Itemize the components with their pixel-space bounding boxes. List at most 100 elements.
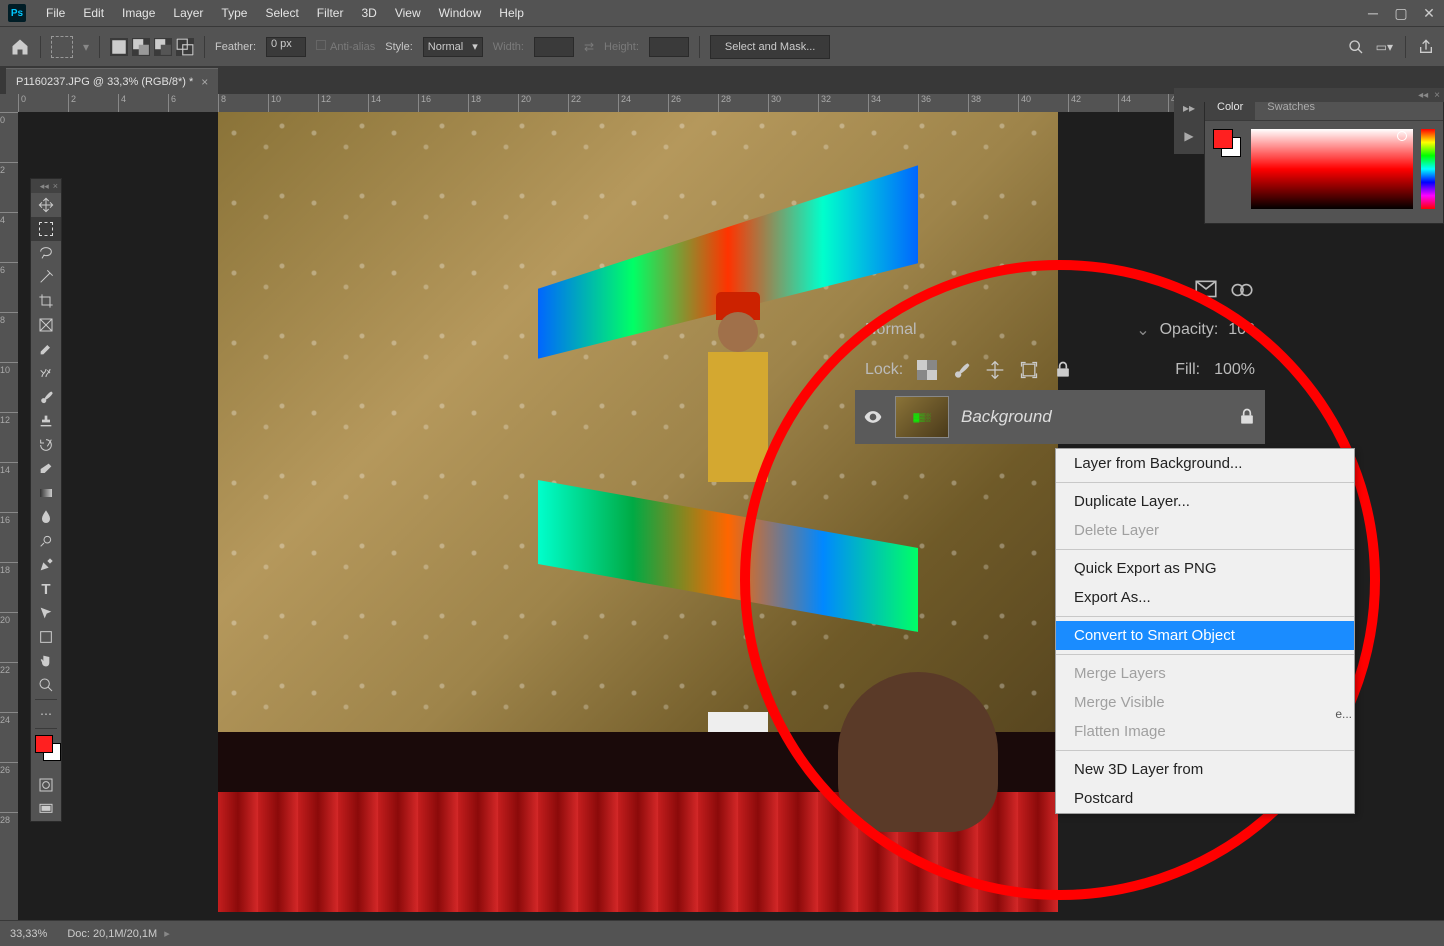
ctx-merge-visible: Merge Visible [1056, 688, 1354, 717]
fill-label: Fill: [1175, 361, 1200, 379]
ctx-convert-smart-object[interactable]: Convert to Smart Object [1056, 621, 1354, 650]
color-swatch[interactable] [1213, 129, 1243, 159]
lasso-tool[interactable] [31, 241, 61, 265]
menu-select[interactable]: Select [257, 2, 306, 24]
shape-tool[interactable] [31, 625, 61, 649]
layer-lock-icon [1237, 407, 1257, 427]
screen-mode-icon[interactable] [31, 797, 61, 821]
opacity-value[interactable]: 100 [1228, 321, 1255, 339]
height-label: Height: [604, 41, 639, 53]
selection-intersect[interactable] [176, 38, 194, 56]
blur-tool[interactable] [31, 505, 61, 529]
style-select[interactable]: Normal▾ [423, 37, 483, 57]
eyedropper-tool[interactable] [31, 337, 61, 361]
layer-thumbnail[interactable]: ▓▒░ [895, 396, 949, 438]
dodge-tool[interactable] [31, 529, 61, 553]
window-close[interactable]: ✕ [1422, 6, 1436, 20]
select-and-mask-button[interactable]: Select and Mask... [710, 35, 831, 59]
type-tool[interactable]: T [31, 577, 61, 601]
home-icon[interactable] [10, 37, 30, 57]
history-brush-tool[interactable] [31, 433, 61, 457]
lock-label: Lock: [865, 361, 903, 379]
ctx-delete-layer: Delete Layer [1056, 516, 1354, 545]
ctx-new-3d-layer[interactable]: New 3D Layer from [1056, 755, 1354, 784]
ruler-vertical[interactable]: 0246810121416182022242628 [0, 112, 18, 920]
feather-input[interactable]: 0 px [266, 37, 306, 57]
options-bar: ▾ Feather: 0 px Anti-alias Style: Normal… [0, 26, 1444, 66]
layer-effects-icon[interactable] [1229, 277, 1255, 303]
color-panel: Color Swatches [1204, 94, 1444, 224]
selection-subtract[interactable] [154, 38, 172, 56]
status-menu-arrow[interactable]: ▸ [161, 928, 170, 940]
hue-slider[interactable] [1421, 129, 1435, 209]
menu-file[interactable]: File [38, 2, 73, 24]
lock-position-icon[interactable] [985, 360, 1005, 380]
lock-all-icon[interactable] [1053, 360, 1073, 380]
layer-context-menu: Layer from Background... Duplicate Layer… [1055, 448, 1355, 814]
pen-tool[interactable] [31, 553, 61, 577]
menu-layer[interactable]: Layer [165, 2, 211, 24]
window-maximize[interactable]: ▢ [1394, 6, 1408, 20]
ctx-truncated-text: e... [1335, 707, 1352, 721]
workspace-switcher-icon[interactable]: ▭▾ [1376, 40, 1393, 54]
ctx-quick-export-png[interactable]: Quick Export as PNG [1056, 554, 1354, 583]
window-minimize[interactable]: ─ [1366, 6, 1380, 20]
ctx-layer-from-background[interactable]: Layer from Background... [1056, 449, 1354, 478]
menu-edit[interactable]: Edit [75, 2, 112, 24]
status-zoom[interactable]: 33,33% [10, 928, 47, 940]
play-icon[interactable]: ▶ [1174, 122, 1204, 150]
magic-wand-tool[interactable] [31, 265, 61, 289]
color-picker-field[interactable] [1251, 129, 1413, 209]
close-tab-icon[interactable]: × [201, 75, 208, 89]
selection-new[interactable] [110, 38, 128, 56]
menu-filter[interactable]: Filter [309, 2, 352, 24]
layer-row-background[interactable]: ▓▒░ Background [855, 390, 1265, 444]
color-swatches[interactable] [31, 733, 61, 769]
menu-view[interactable]: View [387, 2, 429, 24]
gradient-tool[interactable] [31, 481, 61, 505]
eraser-tool[interactable] [31, 457, 61, 481]
toolbox: ◂◂× T ⋯ [30, 178, 62, 822]
selection-add[interactable] [132, 38, 150, 56]
menu-image[interactable]: Image [114, 2, 163, 24]
ctx-export-as[interactable]: Export As... [1056, 583, 1354, 612]
panel-collapse-bar[interactable]: ◂◂× [1174, 88, 1444, 102]
share-icon[interactable] [1418, 39, 1434, 55]
status-doc-size: Doc: 20,1M/20,1M [67, 928, 157, 940]
path-selection-tool[interactable] [31, 601, 61, 625]
quick-mask-icon[interactable] [31, 773, 61, 797]
lock-image-icon[interactable] [951, 360, 971, 380]
fill-value[interactable]: 100% [1214, 361, 1255, 379]
brush-tool[interactable] [31, 385, 61, 409]
lock-transparency-icon[interactable] [917, 360, 937, 380]
marquee-tool-icon[interactable] [51, 36, 73, 58]
layer-name[interactable]: Background [961, 407, 1225, 427]
marquee-tool[interactable] [31, 217, 61, 241]
ctx-duplicate-layer[interactable]: Duplicate Layer... [1056, 487, 1354, 516]
edit-toolbar-icon[interactable]: ⋯ [31, 702, 61, 726]
zoom-tool[interactable] [31, 673, 61, 697]
swap-wh-icon: ⇄ [584, 40, 594, 54]
ctx-merge-layers: Merge Layers [1056, 659, 1354, 688]
crop-tool[interactable] [31, 289, 61, 313]
stamp-tool[interactable] [31, 409, 61, 433]
width-input [534, 37, 574, 57]
search-icon[interactable] [1348, 39, 1364, 55]
ctx-postcard[interactable]: Postcard [1056, 784, 1354, 813]
menu-3d[interactable]: 3D [353, 2, 384, 24]
healing-brush-tool[interactable] [31, 361, 61, 385]
opacity-label: Opacity: [1160, 321, 1219, 339]
filter-layers-icon[interactable] [1193, 277, 1219, 303]
frame-tool[interactable] [31, 313, 61, 337]
style-label: Style: [385, 41, 413, 53]
blend-mode-select[interactable]: Normal⌄ [865, 320, 1150, 340]
menu-help[interactable]: Help [491, 2, 532, 24]
menu-window[interactable]: Window [431, 2, 490, 24]
document-tab[interactable]: P1160237.JPG @ 33,3% (RGB/8*) * × [6, 68, 218, 94]
ruler-origin[interactable] [0, 94, 18, 112]
visibility-eye-icon[interactable] [863, 407, 883, 427]
hand-tool[interactable] [31, 649, 61, 673]
move-tool[interactable] [31, 193, 61, 217]
lock-artboard-icon[interactable] [1019, 360, 1039, 380]
menu-type[interactable]: Type [213, 2, 255, 24]
